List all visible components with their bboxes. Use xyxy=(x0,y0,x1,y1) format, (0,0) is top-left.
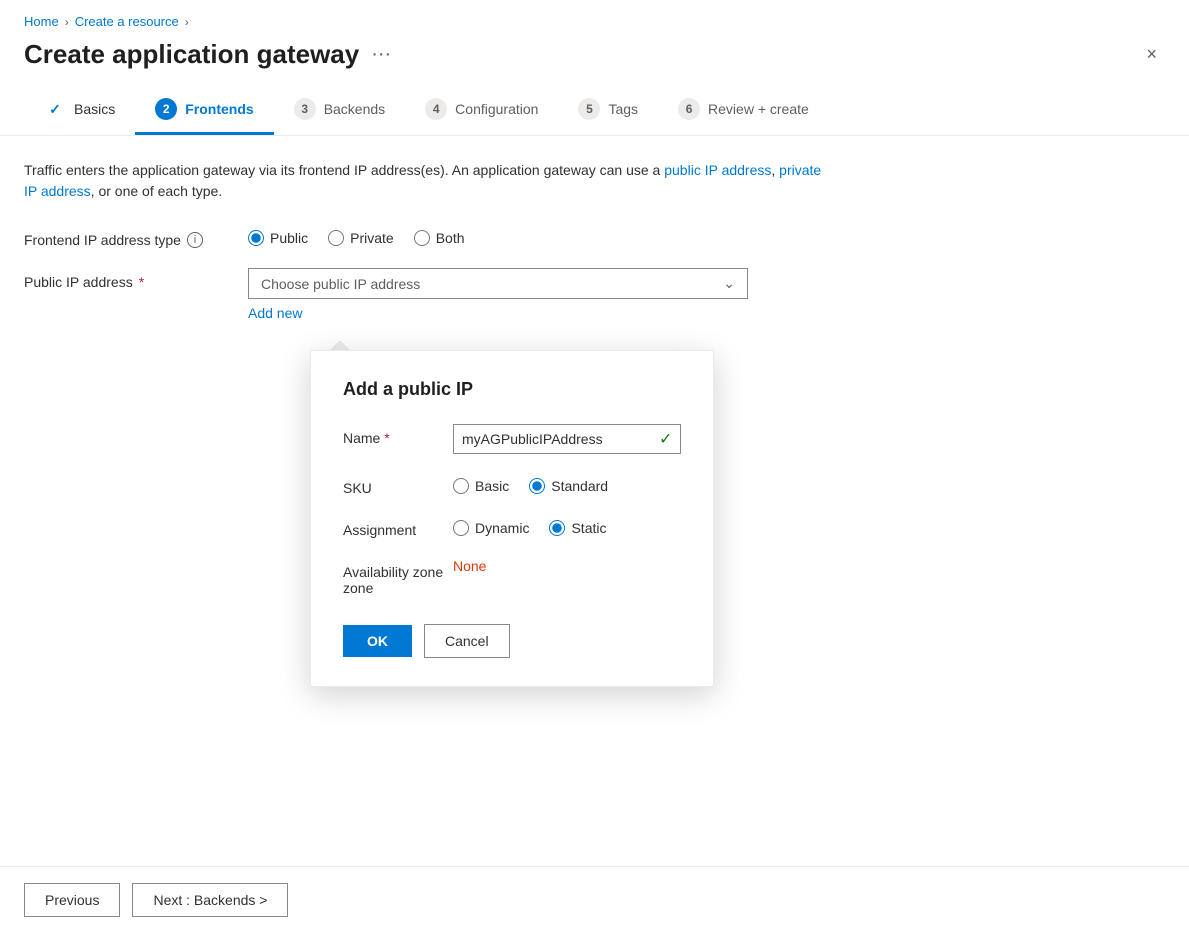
modal-zone-label-2: zone xyxy=(343,580,373,596)
public-ip-placeholder: Choose public IP address xyxy=(261,276,420,292)
ok-button[interactable]: OK xyxy=(343,625,412,657)
tab-basics-icon: ✓ xyxy=(44,98,66,120)
ip-type-label: Frontend IP address type i xyxy=(24,226,224,248)
frontend-description: Traffic enters the application gateway v… xyxy=(24,160,824,202)
tab-backends-label: Backends xyxy=(324,101,385,117)
tab-basics-label: Basics xyxy=(74,101,115,117)
ip-type-radio-group: Public Private Both xyxy=(248,226,465,246)
tab-review[interactable]: 6 Review + create xyxy=(658,86,829,135)
radio-public[interactable]: Public xyxy=(248,230,308,246)
ip-type-info-icon[interactable]: i xyxy=(187,232,203,248)
page-title: Create application gateway xyxy=(24,39,359,70)
radio-private[interactable]: Private xyxy=(328,230,394,246)
assignment-radio-group: Dynamic Static xyxy=(453,516,681,536)
tab-tags-icon: 5 xyxy=(578,98,600,120)
breadcrumb-home[interactable]: Home xyxy=(24,14,59,29)
modal-name-field: ✓ xyxy=(453,424,681,454)
assignment-static-input[interactable] xyxy=(549,520,565,536)
wizard-tabs: ✓ Basics 2 Frontends 3 Backends 4 Config… xyxy=(0,86,1189,136)
modal-name-row: Name * ✓ xyxy=(343,424,681,454)
tab-backends[interactable]: 3 Backends xyxy=(274,86,405,135)
breadcrumb-create-resource[interactable]: Create a resource xyxy=(75,14,179,29)
modal-name-required: * xyxy=(384,430,389,446)
sku-basic-option[interactable]: Basic xyxy=(453,478,509,494)
tab-frontends-icon: 2 xyxy=(155,98,177,120)
assignment-dynamic-label: Dynamic xyxy=(475,520,529,536)
public-ip-row: Public IP address * Choose public IP add… xyxy=(24,268,1165,321)
sku-standard-option[interactable]: Standard xyxy=(529,478,608,494)
radio-public-input[interactable] xyxy=(248,230,264,246)
modal-buttons: OK Cancel xyxy=(343,624,681,658)
public-ip-field-wrapper: Choose public IP address ⌄ Add new xyxy=(248,268,748,321)
breadcrumb: Home › Create a resource › xyxy=(0,0,1189,35)
modal-assignment-field: Dynamic Static xyxy=(453,516,681,536)
sku-basic-label: Basic xyxy=(475,478,509,494)
public-ip-dropdown[interactable]: Choose public IP address ⌄ xyxy=(248,268,748,299)
modal-sku-label: SKU xyxy=(343,474,453,496)
radio-public-label: Public xyxy=(270,230,308,246)
tab-backends-icon: 3 xyxy=(294,98,316,120)
modal-avail-zone-label: Availability zone zone xyxy=(343,558,453,596)
previous-button[interactable]: Previous xyxy=(24,883,120,917)
sku-standard-input[interactable] xyxy=(529,478,545,494)
chevron-down-icon: ⌄ xyxy=(723,275,735,292)
modal-avail-zone-field: None xyxy=(453,558,681,574)
radio-both-label: Both xyxy=(436,230,465,246)
ellipsis-menu[interactable]: ··· xyxy=(371,43,391,66)
tab-configuration[interactable]: 4 Configuration xyxy=(405,86,558,135)
page-footer: Previous Next : Backends > xyxy=(0,866,1189,933)
cancel-button[interactable]: Cancel xyxy=(424,624,510,658)
assignment-static-label: Static xyxy=(571,520,606,536)
modal-assignment-row: Assignment Dynamic Static xyxy=(343,516,681,538)
modal-name-label: Name * xyxy=(343,424,453,446)
assignment-dynamic-input[interactable] xyxy=(453,520,469,536)
public-ip-label: Public IP address * xyxy=(24,268,224,290)
page-wrapper: Home › Create a resource › Create applic… xyxy=(0,0,1189,933)
tab-review-label: Review + create xyxy=(708,101,809,117)
assignment-static-option[interactable]: Static xyxy=(549,520,606,536)
title-bar: Create application gateway ··· × xyxy=(0,35,1189,86)
modal-avail-zone-row: Availability zone zone None xyxy=(343,558,681,596)
public-ip-dropdown-wrapper: Choose public IP address ⌄ xyxy=(248,268,748,299)
next-button[interactable]: Next : Backends > xyxy=(132,883,288,917)
modal-title: Add a public IP xyxy=(343,379,681,400)
radio-private-label: Private xyxy=(350,230,394,246)
tab-review-icon: 6 xyxy=(678,98,700,120)
sku-radio-group: Basic Standard xyxy=(453,474,681,494)
valid-check-icon: ✓ xyxy=(651,429,680,449)
modal-sku-row: SKU Basic Standard xyxy=(343,474,681,496)
modal-overlay: Add a public IP Name * ✓ xyxy=(310,340,714,687)
add-public-ip-modal: Add a public IP Name * ✓ xyxy=(310,350,714,687)
tab-configuration-label: Configuration xyxy=(455,101,538,117)
name-input[interactable] xyxy=(454,425,651,453)
modal-assignment-label: Assignment xyxy=(343,516,453,538)
ip-type-row: Frontend IP address type i Public Privat… xyxy=(24,226,1165,248)
main-content: Traffic enters the application gateway v… xyxy=(0,136,1189,866)
radio-both[interactable]: Both xyxy=(414,230,465,246)
sku-basic-input[interactable] xyxy=(453,478,469,494)
sku-standard-label: Standard xyxy=(551,478,608,494)
close-button[interactable]: × xyxy=(1138,40,1165,69)
tab-frontends[interactable]: 2 Frontends xyxy=(135,86,273,135)
tab-tags[interactable]: 5 Tags xyxy=(558,86,658,135)
breadcrumb-sep-1: › xyxy=(65,15,69,29)
tab-frontends-label: Frontends xyxy=(185,101,253,117)
tab-basics[interactable]: ✓ Basics xyxy=(24,86,135,135)
tab-tags-label: Tags xyxy=(608,101,638,117)
radio-private-input[interactable] xyxy=(328,230,344,246)
name-input-wrapper: ✓ xyxy=(453,424,681,454)
add-new-link[interactable]: Add new xyxy=(248,305,748,321)
assignment-dynamic-option[interactable]: Dynamic xyxy=(453,520,529,536)
tab-configuration-icon: 4 xyxy=(425,98,447,120)
public-ip-link[interactable]: public IP address xyxy=(664,162,771,178)
modal-sku-field: Basic Standard xyxy=(453,474,681,494)
public-ip-required: * xyxy=(139,274,144,290)
breadcrumb-sep-2: › xyxy=(185,15,189,29)
radio-both-input[interactable] xyxy=(414,230,430,246)
avail-zone-value: None xyxy=(453,552,486,574)
